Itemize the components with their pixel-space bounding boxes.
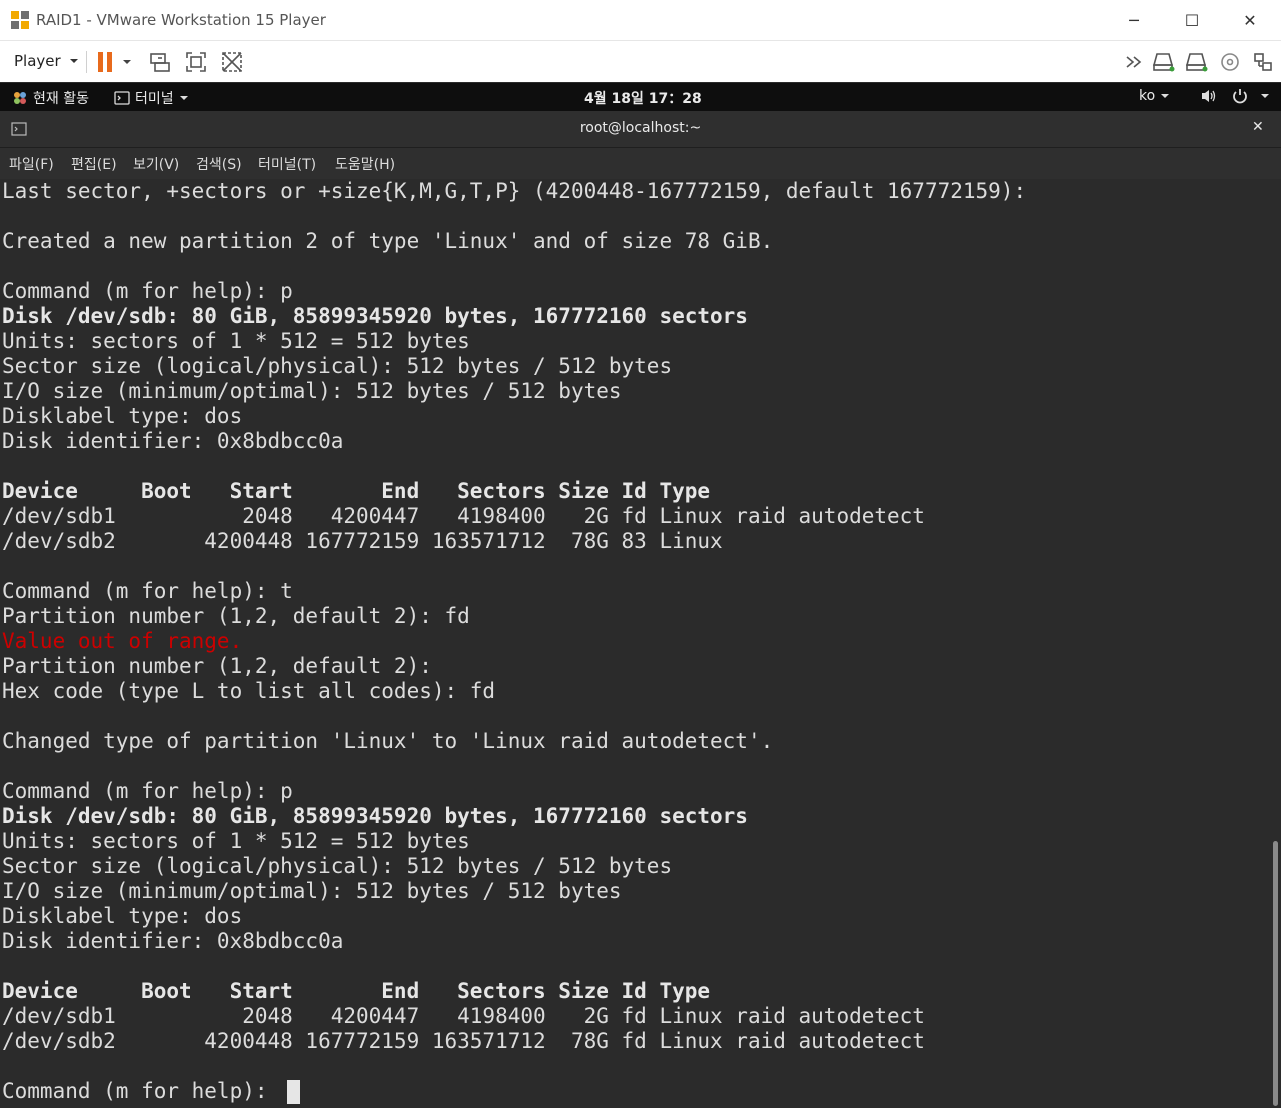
terminal-line: Disk identifier: 0x8bdbcc0a	[2, 429, 344, 453]
maximize-icon: ☐	[1184, 10, 1200, 30]
window-title-bar: RAID1 - VMware Workstation 15 Player ─ ☐…	[0, 0, 1281, 41]
cd-icon	[1221, 53, 1239, 71]
chevron-down-icon	[1261, 94, 1269, 98]
terminal-line: Last sector, +sectors or +size{K,M,G,T,P…	[2, 179, 1027, 203]
activities-button[interactable]: 현재 활동	[12, 88, 89, 108]
player-menu-label: Player	[14, 52, 61, 70]
terminal-line: Command (m for help):	[2, 1079, 281, 1103]
terminal-line: Device Boot Start End Sectors Size Id Ty…	[2, 479, 711, 503]
menu-terminal[interactable]: 터미널(T)	[258, 154, 316, 174]
menu-edit[interactable]: 편집(E)	[71, 154, 117, 174]
fullscreen-icon	[186, 52, 206, 72]
cd-dvd-button[interactable]	[1217, 49, 1243, 75]
system-menu[interactable]	[1200, 88, 1270, 104]
terminal-line: Sector size (logical/physical): 512 byte…	[2, 354, 673, 378]
terminal-header-bar: root@localhost:~ ✕	[0, 111, 1281, 148]
terminal-app-label: 터미널	[135, 91, 174, 107]
network-adapter-icon	[1254, 53, 1272, 71]
network-adapter-button[interactable]	[1250, 49, 1276, 75]
text-cursor	[287, 1080, 300, 1104]
more-devices-button[interactable]	[1121, 49, 1147, 75]
terminal-line: Changed type of partition 'Linux' to 'Li…	[2, 729, 774, 753]
terminal-line: Hex code (type L to list all codes): fd	[2, 679, 496, 703]
terminal-line: /dev/sdb2 4200448 167772159 163571712 78…	[2, 1029, 925, 1053]
network-computer-icon	[150, 53, 170, 72]
terminal-line: Partition number (1,2, default 2): fd	[2, 604, 470, 628]
full-screen-button[interactable]	[183, 49, 209, 75]
volume-icon	[1202, 90, 1216, 102]
activities-icon	[14, 92, 26, 104]
terminal-line: Disklabel type: dos	[2, 404, 243, 428]
terminal-line: /dev/sdb1 2048 4200447 4198400 2G fd Lin…	[2, 504, 925, 528]
terminal-line: Disk /dev/sdb: 80 GiB, 85899345920 bytes…	[2, 304, 748, 328]
terminal-app-menu[interactable]: 터미널	[114, 88, 189, 108]
hard-disk-icon	[1152, 53, 1175, 72]
terminal-line: Device Boot Start End Sectors Size Id Ty…	[2, 979, 711, 1003]
chevron-down-icon	[123, 60, 131, 64]
input-method-label: ko	[1139, 88, 1156, 104]
terminal-line: Created a new partition 2 of type 'Linux…	[2, 229, 774, 253]
terminal-line: Disk /dev/sdb: 80 GiB, 85899345920 bytes…	[2, 804, 748, 828]
terminal-title: root@localhost:~	[579, 120, 702, 136]
terminal-icon	[114, 91, 130, 105]
unity-icon	[222, 52, 242, 72]
menu-view[interactable]: 보기(V)	[133, 154, 179, 174]
terminal-line: Command (m for help): t	[2, 579, 293, 603]
terminal-line: Units: sectors of 1 * 512 = 512 bytes	[2, 329, 470, 353]
terminal-line: Disk identifier: 0x8bdbcc0a	[2, 929, 344, 953]
menu-help[interactable]: 도움말(H)	[335, 154, 395, 174]
terminal-close-button[interactable]: ✕	[1252, 119, 1264, 135]
player-menu-button[interactable]: Player	[8, 49, 87, 73]
close-icon: ✕	[1252, 119, 1264, 135]
power-icon	[1233, 89, 1247, 104]
gnome-top-bar: 현재 활동 터미널 4월 18일 17：28 ko	[0, 83, 1281, 111]
maximize-button[interactable]: ☐	[1163, 0, 1221, 40]
terminal-line: I/O size (minimum/optimal): 512 bytes / …	[2, 879, 622, 903]
hard-disk-1-button[interactable]	[1151, 49, 1177, 75]
send-ctrl-alt-del-button[interactable]	[147, 49, 173, 75]
input-method-menu[interactable]: ko	[1139, 88, 1170, 104]
terminal-line: Value out of range.	[2, 629, 243, 653]
hard-disk-icon	[1185, 53, 1208, 72]
terminal-line: /dev/sdb2 4200448 167772159 163571712 78…	[2, 529, 723, 553]
toolbar-divider	[86, 51, 87, 73]
terminal-menubar: 파일(F) 편집(E) 보기(V) 검색(S) 터미널(T) 도움말(H)	[0, 148, 1281, 179]
chevron-down-icon	[1161, 94, 1170, 98]
close-icon: ✕	[1243, 10, 1257, 30]
scrollbar-thumb[interactable]	[1273, 841, 1278, 1106]
minimize-button[interactable]: ─	[1105, 0, 1163, 40]
terminal-line: /dev/sdb1 2048 4200447 4198400 2G fd Lin…	[2, 1004, 925, 1028]
chevron-down-icon	[69, 59, 78, 63]
hard-disk-2-button[interactable]	[1184, 49, 1210, 75]
activities-label: 현재 활동	[33, 91, 89, 107]
menu-file[interactable]: 파일(F)	[9, 154, 54, 174]
terminal-line: Units: sectors of 1 * 512 = 512 bytes	[2, 829, 470, 853]
unity-button[interactable]	[219, 49, 245, 75]
terminal-line: Disklabel type: dos	[2, 904, 243, 928]
terminal-line: Partition number (1,2, default 2):	[2, 654, 432, 678]
player-toolbar: Player	[0, 41, 1281, 82]
minimize-icon: ─	[1129, 10, 1139, 30]
terminal-line: Sector size (logical/physical): 512 byte…	[2, 854, 673, 878]
double-chevron-right-icon	[1126, 56, 1142, 68]
terminal-output[interactable]: Last sector, +sectors or +size{K,M,G,T,P…	[0, 179, 1270, 1108]
clock[interactable]: 4월 18일 17：28	[584, 88, 702, 108]
chevron-down-icon	[179, 96, 188, 100]
terminal-line: I/O size (minimum/optimal): 512 bytes / …	[2, 379, 622, 403]
menu-search[interactable]: 검색(S)	[196, 154, 242, 174]
terminal-line: Command (m for help): p	[2, 279, 293, 303]
pause-button[interactable]	[92, 49, 118, 75]
close-button[interactable]: ✕	[1221, 0, 1279, 40]
pause-icon	[98, 52, 112, 72]
window-title: RAID1 - VMware Workstation 15 Player	[36, 11, 326, 29]
clock-label: 4월 18일 17：28	[584, 91, 702, 107]
power-options-dropdown[interactable]	[118, 49, 136, 75]
vmware-player-icon	[11, 11, 29, 29]
terminal-scrollbar[interactable]	[1270, 179, 1281, 1108]
terminal-line: Command (m for help): p	[2, 779, 293, 803]
